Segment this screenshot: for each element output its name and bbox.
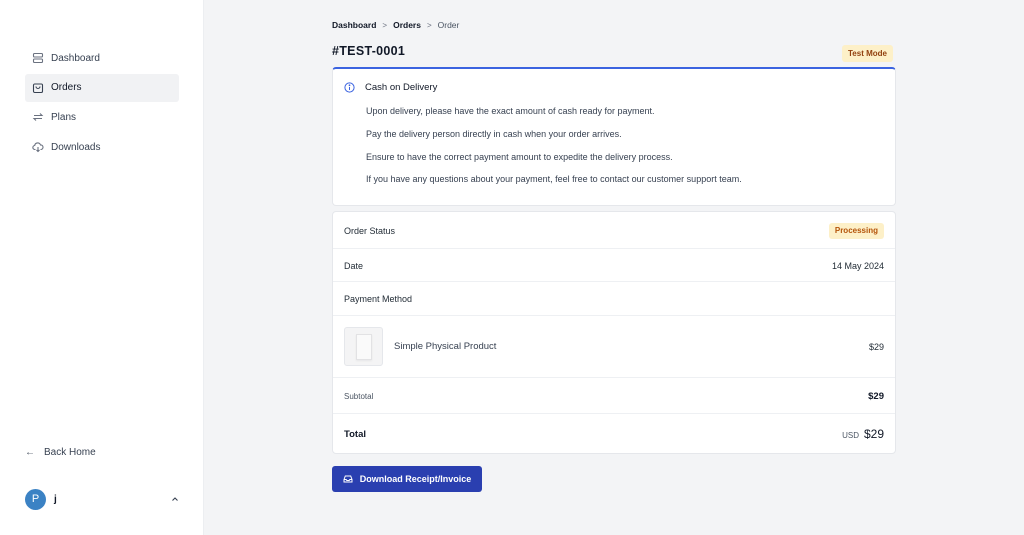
- info-icon: [344, 82, 355, 93]
- arrow-left-icon: ←: [25, 447, 35, 458]
- total-label: Total: [344, 428, 366, 440]
- divider: [333, 413, 895, 414]
- total-currency: USD: [842, 431, 859, 440]
- product-thumbnail: [344, 327, 383, 366]
- breadcrumb-orders[interactable]: Orders: [393, 20, 421, 30]
- back-home-link[interactable]: ← Back Home: [25, 447, 96, 458]
- breadcrumb: Dashboard > Orders > Order: [332, 20, 459, 30]
- sidebar-item-plans[interactable]: Plans: [25, 103, 179, 131]
- total-row: Total USD $29: [333, 424, 895, 444]
- payment-method-label: Payment Method: [344, 294, 413, 304]
- notice-header: Cash on Delivery: [344, 82, 437, 93]
- user-menu[interactable]: P j: [25, 488, 179, 510]
- sidebar: Dashboard Orders Plans Downloads ← Back …: [0, 0, 204, 535]
- chevron-right-icon: >: [426, 20, 432, 30]
- repeat-icon: [32, 111, 44, 123]
- subtotal-label: Subtotal: [344, 391, 374, 401]
- dashboard-icon: [32, 52, 44, 64]
- back-home-label: Back Home: [44, 447, 96, 458]
- product-name: Simple Physical Product: [394, 341, 497, 352]
- test-mode-badge: Test Mode: [842, 45, 893, 62]
- chevron-up-icon[interactable]: [171, 495, 179, 503]
- order-status-label: Order Status: [344, 225, 396, 236]
- page-title: #TEST-0001: [332, 44, 406, 58]
- sidebar-item-label: Plans: [51, 111, 77, 123]
- avatar: P: [25, 488, 46, 510]
- order-details: Order Status Processing Date 14 May 2024…: [332, 211, 896, 454]
- subtotal-row: Subtotal $29: [333, 386, 895, 406]
- divider: [333, 281, 895, 282]
- divider: [333, 248, 895, 249]
- main-content: Dashboard > Orders > Order #TEST-0001 Te…: [204, 0, 1024, 535]
- product-price: $29: [868, 341, 884, 352]
- notice-line: Ensure to have the correct payment amoun…: [366, 152, 673, 162]
- cloud-download-icon: [32, 141, 44, 153]
- payment-notice: Cash on Delivery Upon delivery, please h…: [332, 67, 896, 206]
- payment-method-row: Payment Method: [333, 289, 895, 309]
- date-value: 14 May 2024: [831, 260, 884, 271]
- subtotal-value: $29: [868, 390, 884, 402]
- sidebar-item-downloads[interactable]: Downloads: [25, 133, 179, 161]
- total-amount: USD $29: [842, 427, 884, 441]
- sidebar-item-dashboard[interactable]: Dashboard: [25, 44, 179, 72]
- bag-icon: [32, 82, 44, 94]
- status-badge: Processing: [828, 222, 884, 239]
- order-status-row: Order Status Processing: [333, 219, 895, 242]
- line-item-row: Simple Physical Product $29: [333, 326, 895, 367]
- download-button-label: Download Receipt/Invoice: [359, 474, 472, 484]
- breadcrumb-current: Order: [437, 20, 460, 30]
- sidebar-item-label: Orders: [51, 82, 82, 94]
- divider: [333, 315, 895, 316]
- notice-line: Pay the delivery person directly in cash…: [366, 129, 622, 139]
- download-receipt-button[interactable]: Download Receipt/Invoice: [332, 466, 482, 492]
- notice-line: Upon delivery, please have the exact amo…: [366, 106, 655, 116]
- inbox-icon: [343, 474, 353, 484]
- notice-title: Cash on Delivery: [365, 82, 438, 93]
- sidebar-item-orders[interactable]: Orders: [25, 73, 179, 102]
- user-name: j: [54, 493, 57, 505]
- notice-line: If you have any questions about your pay…: [366, 174, 742, 184]
- breadcrumb-dashboard[interactable]: Dashboard: [332, 20, 376, 30]
- date-label: Date: [344, 260, 364, 271]
- sidebar-nav: Dashboard Orders Plans Downloads: [25, 44, 179, 163]
- date-row: Date 14 May 2024: [333, 255, 895, 276]
- chevron-right-icon: >: [382, 20, 388, 30]
- sidebar-item-label: Dashboard: [51, 52, 100, 64]
- sidebar-item-label: Downloads: [51, 141, 101, 153]
- total-value: $29: [863, 427, 884, 441]
- divider: [333, 377, 895, 378]
- product-box-image: [355, 333, 372, 360]
